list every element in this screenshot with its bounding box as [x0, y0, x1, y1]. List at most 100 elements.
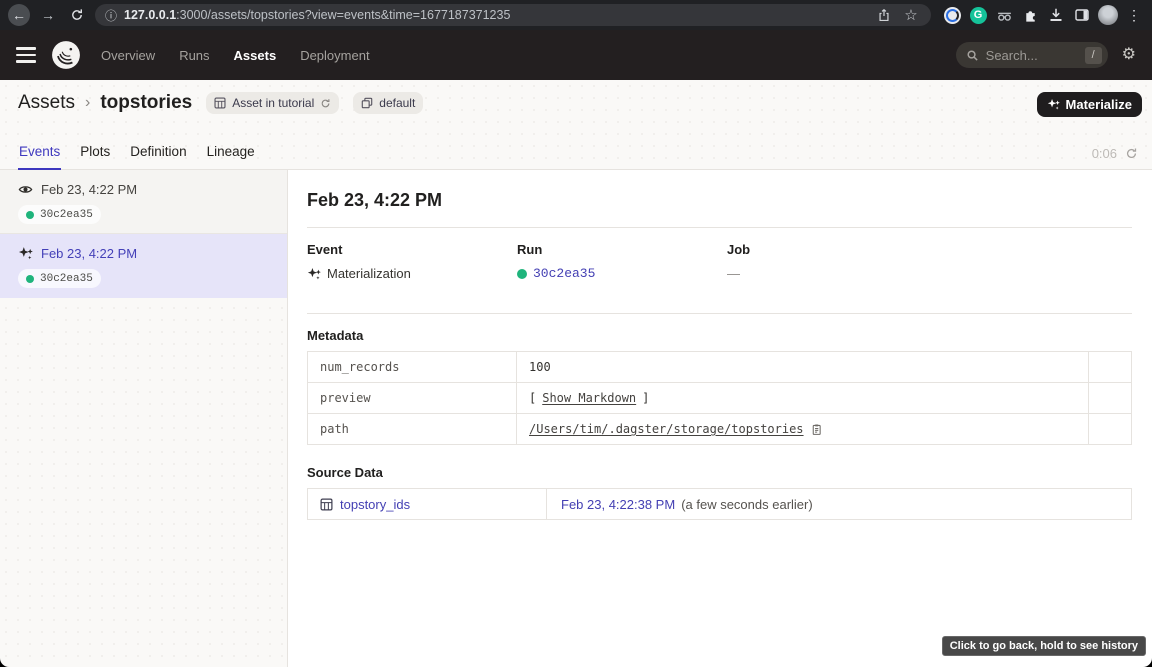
- browser-reload-button[interactable]: [66, 4, 88, 26]
- source-timestamp-link[interactable]: Feb 23, 4:22:38 PM: [561, 497, 675, 512]
- url-host: 127.0.0.1: [124, 8, 176, 22]
- event-list-item-materialization[interactable]: Feb 23, 4:22 PM 30c2ea35: [0, 234, 287, 298]
- tag-asset-in-tutorial[interactable]: Asset in tutorial: [206, 92, 339, 114]
- tag-label: Asset in tutorial: [232, 96, 314, 110]
- settings-gear-icon[interactable]: ⚙: [1122, 47, 1136, 63]
- event-summary-columns: Event Materialization Run 30c2ea35: [307, 242, 1132, 281]
- run-id-tag[interactable]: 30c2ea35: [18, 205, 101, 224]
- refresh-timer: 0:06: [1092, 146, 1138, 161]
- side-panel-icon[interactable]: [1072, 5, 1092, 25]
- materialize-sparkle-icon: [1047, 98, 1060, 111]
- bracket: [: [529, 391, 536, 405]
- run-status-dot: [517, 269, 527, 279]
- event-detail-panel: Feb 23, 4:22 PM Event Materialization Ru…: [289, 170, 1152, 667]
- run-id: 30c2ea35: [40, 209, 93, 221]
- event-list-sidebar: Feb 23, 4:22 PM 30c2ea35 Feb 23, 4:22 PM: [0, 170, 288, 667]
- metadata-value: [Show Markdown]: [517, 383, 1089, 413]
- run-id: 30c2ea35: [40, 273, 93, 285]
- show-markdown-link[interactable]: Show Markdown: [542, 391, 636, 405]
- path-link[interactable]: /Users/tim/.dagster/storage/topstories: [529, 422, 804, 436]
- table-row: num_records 100: [308, 352, 1131, 382]
- refresh-icon[interactable]: [1125, 147, 1138, 160]
- bookmark-star-icon[interactable]: ☆: [901, 5, 921, 25]
- tab-lineage[interactable]: Lineage: [206, 144, 256, 170]
- job-empty-value: —: [727, 266, 740, 281]
- share-icon[interactable]: [874, 5, 894, 25]
- table-row: preview [Show Markdown]: [308, 382, 1131, 413]
- reload-icon: [70, 8, 84, 22]
- nav-item-assets[interactable]: Assets: [234, 48, 277, 63]
- run-column-label: Run: [517, 242, 727, 257]
- divider: [307, 313, 1132, 314]
- metadata-key: path: [308, 414, 517, 444]
- grammarly-extension-icon[interactable]: G: [968, 5, 988, 25]
- event-detail-title: Feb 23, 4:22 PM: [307, 190, 1132, 211]
- dagster-logo[interactable]: [51, 40, 81, 70]
- materialization-sparkle-icon: [18, 246, 33, 261]
- screen: ← → ⓘ 127.0.0.1:3000/assets/topstories?v…: [0, 0, 1152, 667]
- tab-definition[interactable]: Definition: [129, 144, 187, 170]
- source-time-note: (a few seconds earlier): [681, 497, 813, 512]
- browser-toolbar: ← → ⓘ 127.0.0.1:3000/assets/topstories?v…: [0, 0, 1152, 30]
- search-input[interactable]: Search... /: [956, 42, 1108, 68]
- tag-default-group[interactable]: default: [353, 92, 423, 114]
- metadata-table: num_records 100 preview [Show Markdown] …: [307, 351, 1132, 445]
- browser-extensions: G ⋮: [942, 5, 1144, 25]
- url-path: :3000/assets/topstories?view=events&time…: [176, 8, 510, 22]
- password-extension-icon[interactable]: [942, 5, 962, 25]
- metadata-key: num_records: [308, 352, 517, 382]
- nav-item-runs[interactable]: Runs: [179, 48, 209, 63]
- materialize-label: Materialize: [1066, 97, 1132, 112]
- event-timestamp: Feb 23, 4:22 PM: [41, 246, 137, 261]
- refresh-countdown: 0:06: [1092, 146, 1117, 161]
- table-row: path /Users/tim/.dagster/storage/topstor…: [308, 413, 1131, 444]
- metadata-extra-cell: [1089, 414, 1131, 444]
- event-column-label: Event: [307, 242, 517, 257]
- event-list-item-observation[interactable]: Feb 23, 4:22 PM 30c2ea35: [0, 170, 287, 234]
- tab-events[interactable]: Events: [18, 144, 61, 170]
- extensions-puzzle-icon[interactable]: [1020, 5, 1040, 25]
- job-column: Job —: [727, 242, 937, 281]
- back-button-tooltip: Click to go back, hold to see history: [942, 636, 1146, 656]
- tag-refresh-icon[interactable]: [320, 98, 331, 109]
- goggles-extension-icon[interactable]: [994, 5, 1014, 25]
- event-column: Event Materialization: [307, 242, 517, 281]
- search-shortcut-key: /: [1085, 47, 1102, 64]
- materialization-sparkle-icon: [307, 267, 321, 281]
- run-id-link[interactable]: 30c2ea35: [533, 266, 595, 281]
- browser-back-button[interactable]: ←: [8, 4, 30, 26]
- copy-to-clipboard-icon[interactable]: [810, 423, 823, 436]
- nav-item-deployment[interactable]: Deployment: [300, 48, 369, 63]
- source-time-cell: Feb 23, 4:22:38 PM (a few seconds earlie…: [547, 489, 1131, 519]
- observation-eye-icon: [18, 182, 33, 197]
- hamburger-menu-icon[interactable]: [16, 47, 36, 63]
- profile-avatar[interactable]: [1098, 5, 1118, 25]
- run-status-dot: [26, 275, 34, 283]
- source-asset-cell: topstory_ids: [308, 489, 547, 519]
- metadata-extra-cell: [1089, 352, 1131, 382]
- metadata-value: 100: [517, 352, 1089, 382]
- divider: [307, 227, 1132, 228]
- downloads-icon[interactable]: [1046, 5, 1066, 25]
- event-timestamp: Feb 23, 4:22 PM: [41, 182, 137, 197]
- source-asset-link[interactable]: topstory_ids: [340, 497, 410, 512]
- asset-page-header: Assets › topstories Asset in tutorial: [0, 80, 1152, 170]
- browser-menu-icon[interactable]: ⋮: [1124, 5, 1144, 25]
- run-id-tag[interactable]: 30c2ea35: [18, 269, 101, 288]
- app-nav-bar: Overview Runs Assets Deployment Search..…: [0, 30, 1152, 80]
- tag-label: default: [379, 96, 415, 110]
- table-icon: [214, 97, 226, 109]
- metadata-key: preview: [308, 383, 517, 413]
- metadata-extra-cell: [1089, 383, 1131, 413]
- search-placeholder: Search...: [986, 48, 1078, 63]
- asset-tabs: Events Plots Definition Lineage: [18, 144, 256, 170]
- url-text: 127.0.0.1:3000/assets/topstories?view=ev…: [124, 8, 510, 22]
- tab-plots[interactable]: Plots: [79, 144, 111, 170]
- site-info-icon[interactable]: ⓘ: [105, 7, 117, 24]
- page-title: topstories: [100, 92, 192, 114]
- nav-item-overview[interactable]: Overview: [101, 48, 155, 63]
- breadcrumb-assets-link[interactable]: Assets: [18, 92, 75, 114]
- address-bar[interactable]: ⓘ 127.0.0.1:3000/assets/topstories?view=…: [95, 4, 931, 26]
- materialize-button[interactable]: Materialize: [1037, 92, 1142, 117]
- browser-forward-button[interactable]: →: [37, 4, 59, 26]
